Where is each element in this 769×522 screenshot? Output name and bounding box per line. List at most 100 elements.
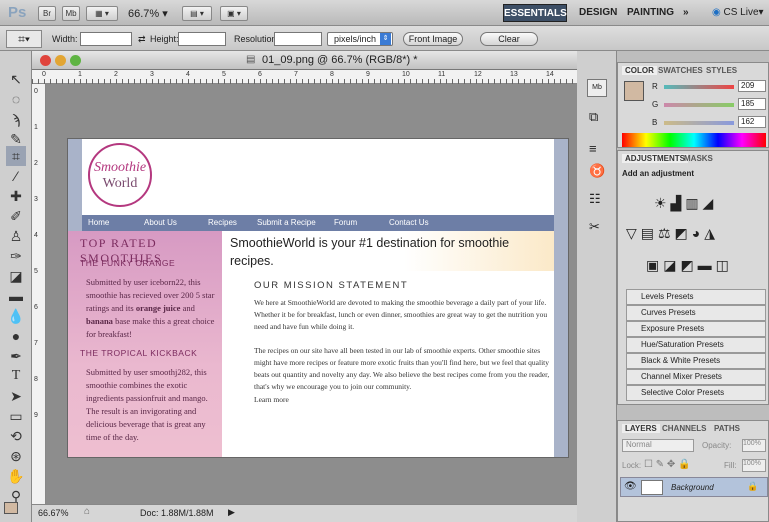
- foreground-color-preview[interactable]: [624, 81, 644, 101]
- tab-adjustments[interactable]: ADJUSTMENTS: [622, 154, 689, 163]
- nav-about-us[interactable]: About Us: [144, 218, 177, 227]
- preset-exposure[interactable]: Exposure Presets: [626, 321, 766, 337]
- red-slider[interactable]: [664, 85, 734, 89]
- tab-paths[interactable]: PATHS: [714, 424, 740, 433]
- clear-button[interactable]: Clear: [480, 32, 538, 46]
- visibility-eye-icon[interactable]: 👁: [624, 481, 637, 492]
- workspace-essentials[interactable]: ESSENTIALS: [503, 4, 567, 22]
- learn-more-link[interactable]: Learn more: [254, 393, 289, 406]
- eyedropper-tool-icon[interactable]: ⁄: [6, 166, 26, 186]
- horizontal-ruler[interactable]: 0 1 2 3 4 5 6 7 8 9 10 11 12 13 14: [32, 70, 577, 84]
- vertical-ruler[interactable]: 0 1 2 3 4 5 6 7 8 9: [32, 84, 46, 504]
- history-brush-tool-icon[interactable]: ✑: [6, 246, 26, 266]
- resolution-units-select[interactable]: pixels/inch ⇕: [327, 32, 393, 46]
- foreground-color-swatch[interactable]: [4, 502, 18, 514]
- eraser-tool-icon[interactable]: ◪: [6, 266, 26, 286]
- lock-label: Lock:: [622, 461, 642, 470]
- hand-tool-icon[interactable]: ✋: [6, 466, 26, 486]
- cs-live-button[interactable]: ◉ CS Live▾: [712, 4, 764, 22]
- status-zoom[interactable]: 66.67%: [38, 508, 69, 518]
- close-window-icon[interactable]: [40, 55, 51, 66]
- ruler-tick: 7: [34, 340, 38, 347]
- move-tool-icon[interactable]: ↖: [6, 69, 26, 89]
- nav-contact-us[interactable]: Contact Us: [389, 218, 429, 227]
- brush-tool-icon[interactable]: ✐: [6, 206, 26, 226]
- status-menu-arrow-icon[interactable]: ▶: [228, 507, 235, 518]
- arrange-documents-dropdown[interactable]: ▤ ▾: [182, 6, 212, 21]
- lasso-tool-icon[interactable]: ϡ: [6, 109, 26, 129]
- layer-row-background[interactable]: 👁 Background 🔒: [620, 477, 768, 497]
- adjustment-icons-row-1[interactable]: ☀▟▥◢: [654, 195, 717, 212]
- preset-hue-saturation[interactable]: Hue/Saturation Presets: [626, 337, 766, 353]
- marquee-tool-icon[interactable]: ◌: [6, 89, 26, 109]
- document-tab[interactable]: ▤ 01_09.png @ 66.7% (RGB/8*) *: [32, 51, 577, 70]
- workspace-design[interactable]: DESIGN: [579, 4, 617, 22]
- bridge-button[interactable]: Br: [38, 6, 56, 21]
- 3d-orbit-tool-icon[interactable]: ⊛: [6, 446, 26, 466]
- history-panel-icon[interactable]: ⧉: [589, 109, 598, 125]
- more-workspaces-button[interactable]: »: [683, 4, 689, 22]
- green-value-field[interactable]: 185: [738, 98, 766, 110]
- zoom-level-dropdown[interactable]: 66.7% ▾: [128, 7, 168, 20]
- crop-tool-preset-icon[interactable]: ⌗▾: [6, 30, 42, 48]
- width-field[interactable]: [80, 32, 132, 46]
- website-mockup: Smoothie World Home About Us Recipes Sub…: [68, 139, 568, 457]
- nav-home[interactable]: Home: [88, 218, 109, 227]
- preset-channel-mixer[interactable]: Channel Mixer Presets: [626, 369, 766, 385]
- nav-forum[interactable]: Forum: [334, 218, 357, 227]
- opacity-field[interactable]: 100%: [742, 439, 766, 452]
- ruler-tick: 2: [114, 71, 118, 78]
- green-slider[interactable]: [664, 103, 734, 107]
- adjustment-icons-row-3[interactable]: ▣◪◩▬◫: [646, 257, 733, 274]
- path-selection-tool-icon[interactable]: ➤: [6, 386, 26, 406]
- mini-bridge-panel-icon[interactable]: Mb: [587, 79, 607, 97]
- mini-bridge-button[interactable]: Mb: [62, 6, 80, 21]
- clone-source-panel-icon[interactable]: ♉: [589, 163, 605, 179]
- swap-icon[interactable]: ⇄: [138, 34, 146, 45]
- preset-levels[interactable]: Levels Presets: [626, 289, 766, 305]
- maximize-window-icon[interactable]: [70, 55, 81, 66]
- shape-tool-icon[interactable]: ▭: [6, 406, 26, 426]
- document-title: 01_09.png @ 66.7% (RGB/8*) *: [262, 54, 418, 66]
- tool-presets-panel-icon[interactable]: ✂: [589, 219, 600, 235]
- brush-presets-panel-icon[interactable]: ≡: [589, 141, 597, 156]
- tab-styles[interactable]: STYLES: [706, 66, 737, 75]
- type-tool-icon[interactable]: T: [6, 366, 26, 386]
- tab-channels[interactable]: CHANNELS: [662, 424, 706, 433]
- screen-mode-dropdown[interactable]: ▣ ▾: [220, 6, 248, 21]
- tab-color[interactable]: COLOR: [622, 66, 657, 75]
- front-image-button[interactable]: Front Image: [403, 32, 463, 46]
- 3d-rotate-tool-icon[interactable]: ⟲: [6, 426, 26, 446]
- preset-black-white[interactable]: Black & White Presets: [626, 353, 766, 369]
- blue-value-field[interactable]: 162: [738, 116, 766, 128]
- crop-tool-icon[interactable]: ⌗: [6, 146, 26, 166]
- tab-swatches[interactable]: SWATCHES: [658, 66, 703, 75]
- tab-layers[interactable]: LAYERS: [622, 424, 660, 433]
- character-panel-icon[interactable]: ☷: [589, 191, 601, 207]
- blur-tool-icon[interactable]: 💧: [6, 306, 26, 326]
- fill-field[interactable]: 100%: [742, 459, 766, 472]
- preset-curves[interactable]: Curves Presets: [626, 305, 766, 321]
- healing-brush-tool-icon[interactable]: ✚: [6, 186, 26, 206]
- color-swatches[interactable]: [4, 502, 28, 518]
- blue-slider[interactable]: [664, 121, 734, 125]
- clone-stamp-tool-icon[interactable]: ♙: [6, 226, 26, 246]
- pen-tool-icon[interactable]: ✒: [6, 346, 26, 366]
- tab-masks[interactable]: MASKS: [684, 154, 713, 163]
- minimize-window-icon[interactable]: [55, 55, 66, 66]
- nav-recipes[interactable]: Recipes: [208, 218, 237, 227]
- lock-icons[interactable]: ☐ ✎ ✥ 🔒: [644, 459, 691, 470]
- blend-mode-select[interactable]: Normal: [622, 439, 694, 452]
- preset-selective-color[interactable]: Selective Color Presets: [626, 385, 766, 401]
- workspace-painting[interactable]: PAINTING: [627, 4, 674, 22]
- nav-submit-recipe[interactable]: Submit a Recipe: [257, 218, 316, 227]
- gradient-tool-icon[interactable]: ▬: [6, 286, 26, 306]
- red-value-field[interactable]: 209: [738, 80, 766, 92]
- height-field[interactable]: [178, 32, 226, 46]
- view-extras-dropdown[interactable]: ▦ ▾: [86, 6, 118, 21]
- color-spectrum-bar[interactable]: [622, 133, 766, 147]
- ruler-tick: 3: [34, 196, 38, 203]
- resolution-field[interactable]: [274, 32, 322, 46]
- adjustment-icons-row-2[interactable]: ▽▤⚖◩◕◮: [626, 225, 719, 242]
- dodge-tool-icon[interactable]: ●: [6, 326, 26, 346]
